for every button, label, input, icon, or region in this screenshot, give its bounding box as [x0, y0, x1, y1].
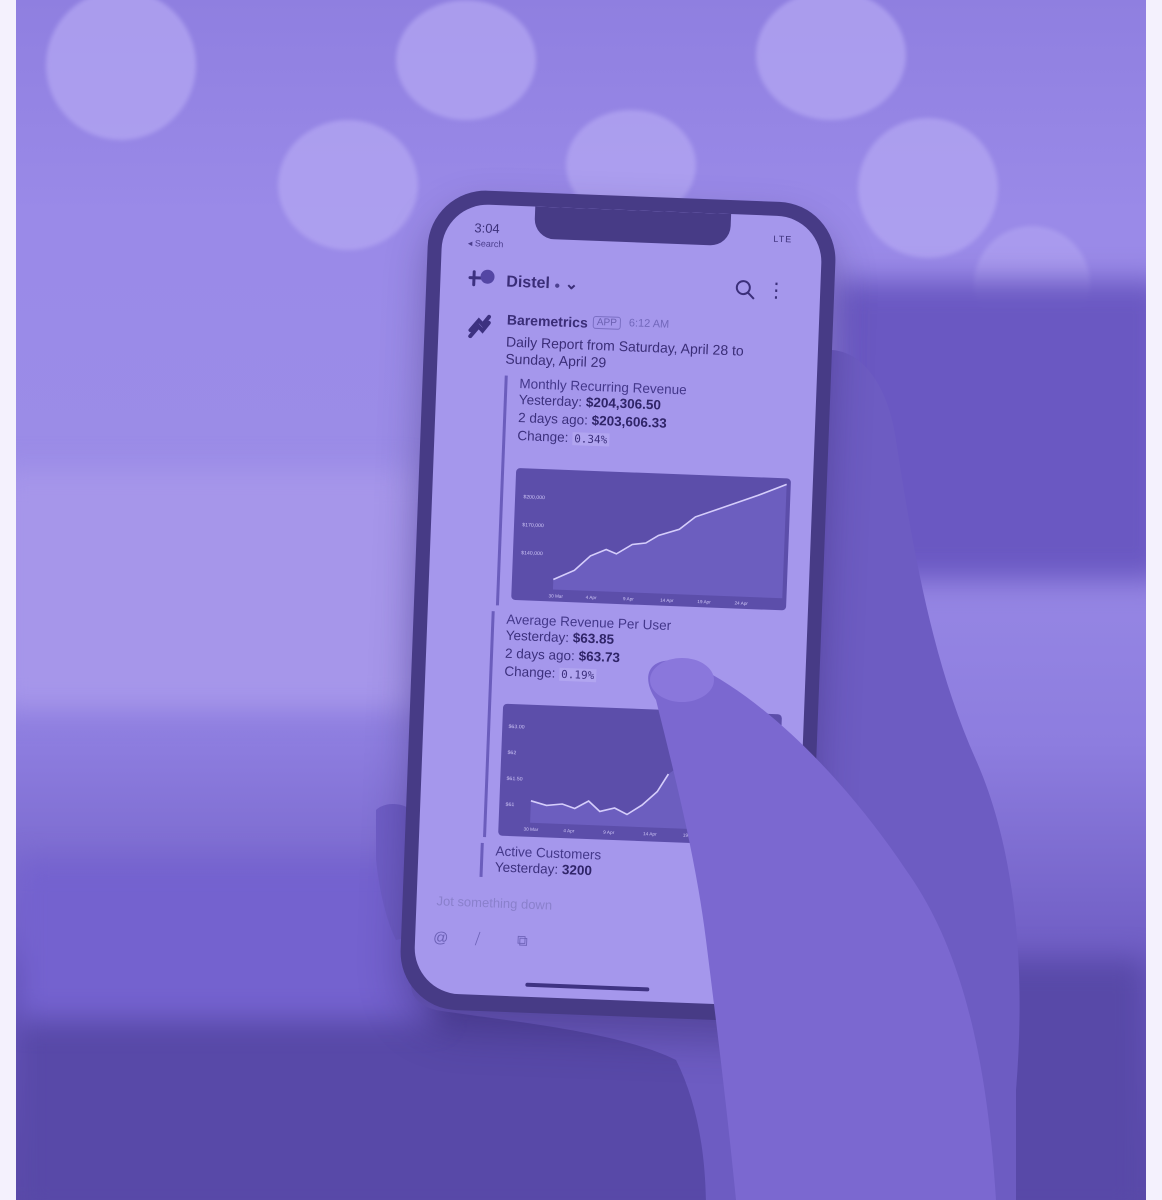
chart-x-tick: 30 Mar: [523, 827, 538, 832]
label: Change:: [517, 428, 569, 445]
value: $204,306.50: [585, 394, 662, 413]
notch: [534, 206, 732, 247]
attach-icon[interactable]: ⧉: [517, 932, 528, 949]
photo: 3:04 LTE ◂ Search Distel ● ⌄ ⋮ Baremetri…: [16, 0, 1146, 1200]
bokeh-light: [46, 0, 196, 140]
more-icon[interactable]: ⋮: [766, 277, 787, 303]
back-link[interactable]: ◂ Search: [468, 238, 504, 250]
chart-tick: $170,000: [522, 522, 544, 529]
channel-title: Distel: [506, 273, 551, 293]
chart-x-tick: 24 Apr: [734, 601, 748, 606]
label: 2 days ago:: [517, 410, 589, 428]
chart-tick: $61: [505, 802, 514, 808]
chart-graphic: $200,000 $170,000 $140,000 30 Mar 4 Apr …: [521, 483, 787, 606]
chart-x-tick: 19 Apr: [697, 599, 711, 604]
chart-tick: $63.00: [508, 724, 524, 730]
value: 0.19%: [558, 667, 597, 683]
bokeh-light: [278, 120, 418, 250]
background-shape: [16, 470, 416, 710]
chart-x-tick: 30 Mar: [548, 593, 563, 598]
label: Yesterday:: [518, 392, 583, 410]
status-network: LTE: [773, 233, 793, 245]
value: 3200: [561, 862, 593, 879]
chart-image: $200,000 $170,000 $140,000 30 Mar 4 Apr …: [511, 467, 792, 611]
bokeh-light: [756, 0, 906, 120]
chart-x-tick: 9 Apr: [603, 830, 615, 835]
presence-dot: ●: [554, 280, 561, 292]
message-time: 6:12 AM: [628, 317, 670, 331]
chart-tick: $140,000: [521, 550, 543, 557]
search-icon[interactable]: [734, 278, 757, 301]
chart-x-tick: 9 Apr: [623, 596, 634, 601]
value: 0.34%: [571, 432, 610, 447]
label: 2 days ago:: [504, 645, 576, 664]
message: Baremetrics APP 6:12 AM Daily Report fro…: [459, 310, 801, 889]
bokeh-light: [396, 0, 536, 120]
metric-card-mrr: Monthly Recurring Revenue Yesterday: $20…: [495, 375, 795, 617]
mention-icon[interactable]: @: [433, 929, 449, 947]
chart-x-tick: 4 Apr: [586, 595, 597, 600]
chart-x-tick: 4 Apr: [563, 828, 575, 833]
thumb: [648, 658, 996, 1200]
slash-icon[interactable]: ⧸: [475, 931, 481, 948]
chart-x-tick: 14 Apr: [660, 598, 674, 603]
value: $203,606.33: [591, 412, 667, 431]
sender-name[interactable]: Baremetrics: [507, 312, 588, 331]
slack-logo-icon: [468, 269, 495, 287]
value: $63.85: [572, 630, 615, 647]
label: Yesterday:: [505, 627, 570, 646]
report-heading: Daily Report from Saturday, April 28 to …: [505, 333, 745, 371]
bokeh-light: [858, 118, 998, 258]
app-badge: APP: [592, 315, 622, 330]
label: Yesterday:: [494, 859, 559, 877]
channel-name[interactable]: Distel ● ⌄: [506, 271, 579, 294]
baremetrics-logo-icon: [468, 314, 492, 339]
value: $63.73: [578, 648, 621, 666]
background-shape: [16, 860, 436, 1020]
label: Change:: [504, 663, 556, 681]
chart-tick: $62: [507, 750, 516, 756]
chart-tick: $200,000: [523, 494, 545, 501]
chart-tick: $61.50: [506, 776, 522, 782]
channel-header: Distel ● ⌄ ⋮: [460, 262, 801, 311]
status-time: 3:04: [474, 220, 500, 237]
chevron-down-icon: ⌄: [564, 275, 579, 294]
